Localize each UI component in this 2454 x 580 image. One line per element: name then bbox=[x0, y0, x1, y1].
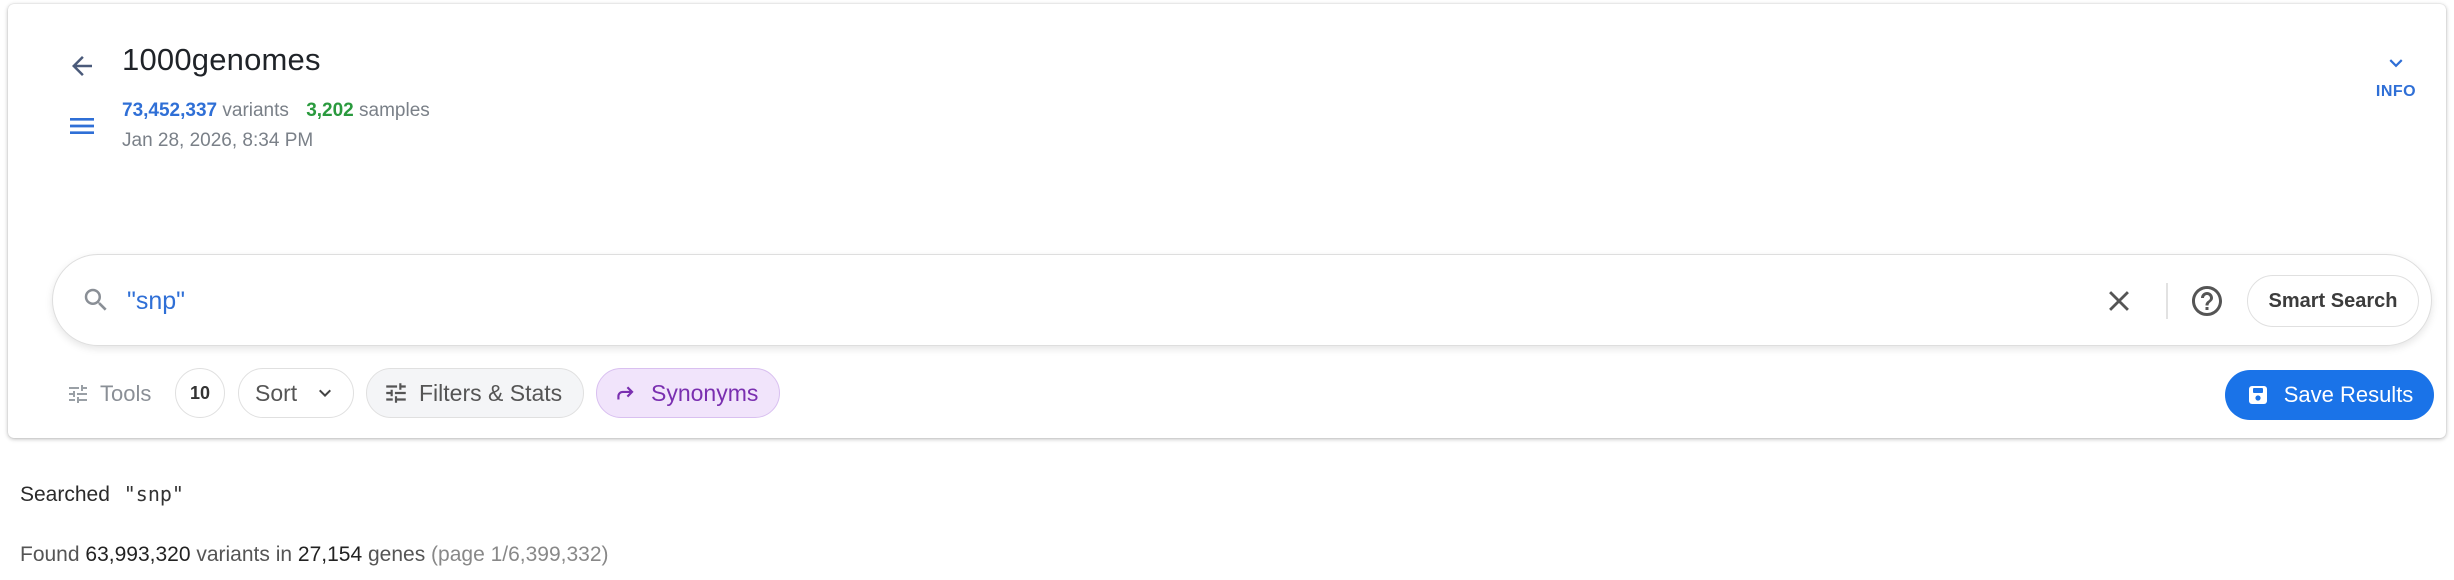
tools-button[interactable]: Tools bbox=[66, 376, 151, 412]
search-bar: Smart Search bbox=[52, 254, 2432, 346]
searched-label: Searched bbox=[20, 483, 110, 506]
chevron-down-icon bbox=[319, 389, 331, 397]
arrow-back-icon bbox=[72, 56, 92, 76]
samples-count: 3,202 bbox=[306, 100, 354, 121]
help-icon bbox=[2192, 286, 2222, 316]
info-toggle[interactable]: INFO bbox=[2368, 50, 2424, 101]
save-icon bbox=[2248, 386, 2267, 404]
dataset-date: Jan 28, 2026, 8:34 PM bbox=[122, 130, 314, 151]
searched-term: "snp" bbox=[123, 482, 184, 506]
redo-arrow-icon bbox=[617, 386, 634, 400]
page-info: (page 1/6,399,332) bbox=[431, 543, 609, 566]
info-label: INFO bbox=[2375, 83, 2417, 100]
menu-icon bbox=[70, 118, 94, 134]
genes-label: genes bbox=[367, 543, 426, 566]
filters-stats-button[interactable]: Filters & Stats bbox=[366, 368, 584, 418]
close-icon bbox=[2109, 291, 2129, 311]
sort-dropdown[interactable]: Sort bbox=[238, 368, 354, 418]
dataset-header-card: 1000genomes 73,452,337 variants 3,202 sa… bbox=[8, 4, 2446, 438]
divider bbox=[2166, 283, 2168, 319]
results-summary: Found 63,993,320 variants in 27,154 gene… bbox=[20, 543, 609, 567]
chevron-down-icon bbox=[2389, 59, 2403, 68]
variants-count: 73,452,337 bbox=[122, 100, 218, 121]
help-button[interactable] bbox=[2187, 281, 2227, 321]
smart-search-button[interactable]: Smart Search bbox=[2247, 275, 2419, 327]
found-variants-count: 63,993,320 bbox=[85, 543, 191, 566]
found-genes-count: 27,154 bbox=[297, 543, 363, 566]
save-results-button[interactable]: Save Results bbox=[2225, 370, 2434, 420]
clear-search-button[interactable] bbox=[2099, 281, 2139, 321]
save-results-label: Save Results bbox=[2283, 382, 2414, 407]
dataset-stats: 73,452,337 variants 3,202 samples bbox=[122, 100, 430, 122]
sort-label: Sort bbox=[255, 379, 298, 406]
search-input[interactable] bbox=[127, 279, 2027, 323]
tune-icon bbox=[386, 383, 406, 403]
variants-label: variants bbox=[222, 100, 289, 121]
menu-button[interactable] bbox=[60, 104, 104, 148]
tools-label: Tools bbox=[100, 381, 152, 406]
synonyms-label: Synonyms bbox=[651, 379, 759, 406]
found-label: Found bbox=[20, 543, 80, 566]
synonyms-button[interactable]: Synonyms bbox=[596, 368, 780, 418]
back-button[interactable] bbox=[60, 44, 104, 88]
tune-icon bbox=[69, 385, 87, 403]
filters-stats-label: Filters & Stats bbox=[419, 379, 563, 406]
result-count-chip[interactable]: 10 bbox=[175, 368, 225, 418]
searched-summary: Searched "snp" bbox=[20, 482, 184, 507]
samples-label: samples bbox=[359, 100, 430, 121]
variants-in-label: variants in bbox=[196, 543, 293, 566]
search-icon bbox=[81, 285, 111, 320]
dataset-title: 1000genomes bbox=[122, 42, 321, 77]
